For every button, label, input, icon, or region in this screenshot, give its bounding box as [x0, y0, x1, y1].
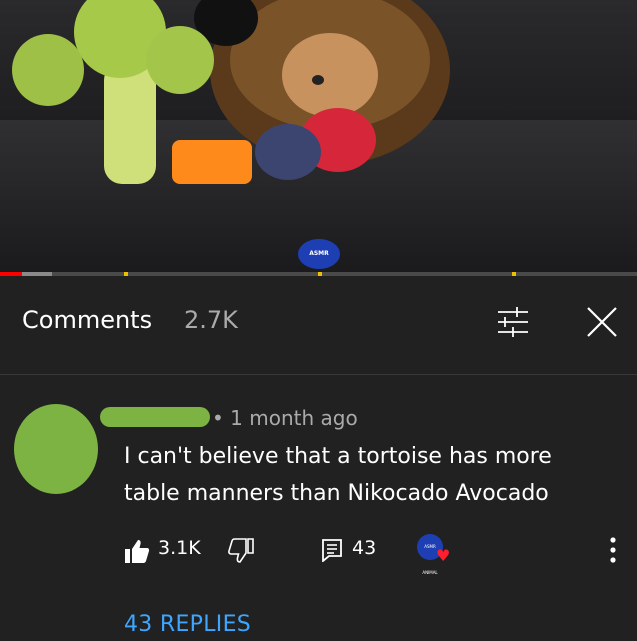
commenter-name-redacted[interactable]: [100, 407, 210, 427]
thumbs-down-icon[interactable]: [228, 538, 254, 564]
channel-watermark[interactable]: ASMR ANIMAL: [298, 239, 340, 269]
reply-count: 43: [352, 537, 377, 559]
comments-panel: Comments 2.7K • 1 month ago I can't beli…: [0, 276, 637, 641]
tortoise-head: [282, 33, 378, 117]
comment-actions: 3.1K 43 ASMR ANIMAL ♥: [0, 534, 637, 575]
comments-header: Comments 2.7K: [0, 276, 637, 375]
broccoli-floret: [146, 26, 214, 94]
sliders-icon[interactable]: [495, 304, 531, 340]
close-icon[interactable]: [584, 304, 620, 340]
video-frame: [12, 0, 450, 184]
heart-icon: ♥: [436, 546, 451, 565]
commenter-avatar[interactable]: [14, 404, 98, 494]
like-count: 3.1K: [158, 537, 201, 559]
tortoise-eye: [312, 75, 324, 85]
reply-icon[interactable]: [320, 538, 344, 562]
comment-timestamp: • 1 month ago: [212, 406, 358, 430]
broccoli-stem: [104, 62, 156, 184]
view-replies-link[interactable]: 43 REPLIES: [124, 612, 251, 637]
comments-count: 2.7K: [184, 306, 238, 334]
video-player[interactable]: ASMR ANIMAL: [0, 0, 637, 276]
thumbs-up-icon[interactable]: [124, 538, 150, 564]
orange-pepper: [172, 140, 252, 184]
comments-title: Comments: [22, 306, 153, 334]
more-vert-icon[interactable]: [603, 536, 623, 564]
broccoli-floret: [12, 34, 84, 106]
blueberry: [255, 124, 321, 180]
comment-text: I can't believe that a tortoise has more…: [124, 444, 552, 506]
